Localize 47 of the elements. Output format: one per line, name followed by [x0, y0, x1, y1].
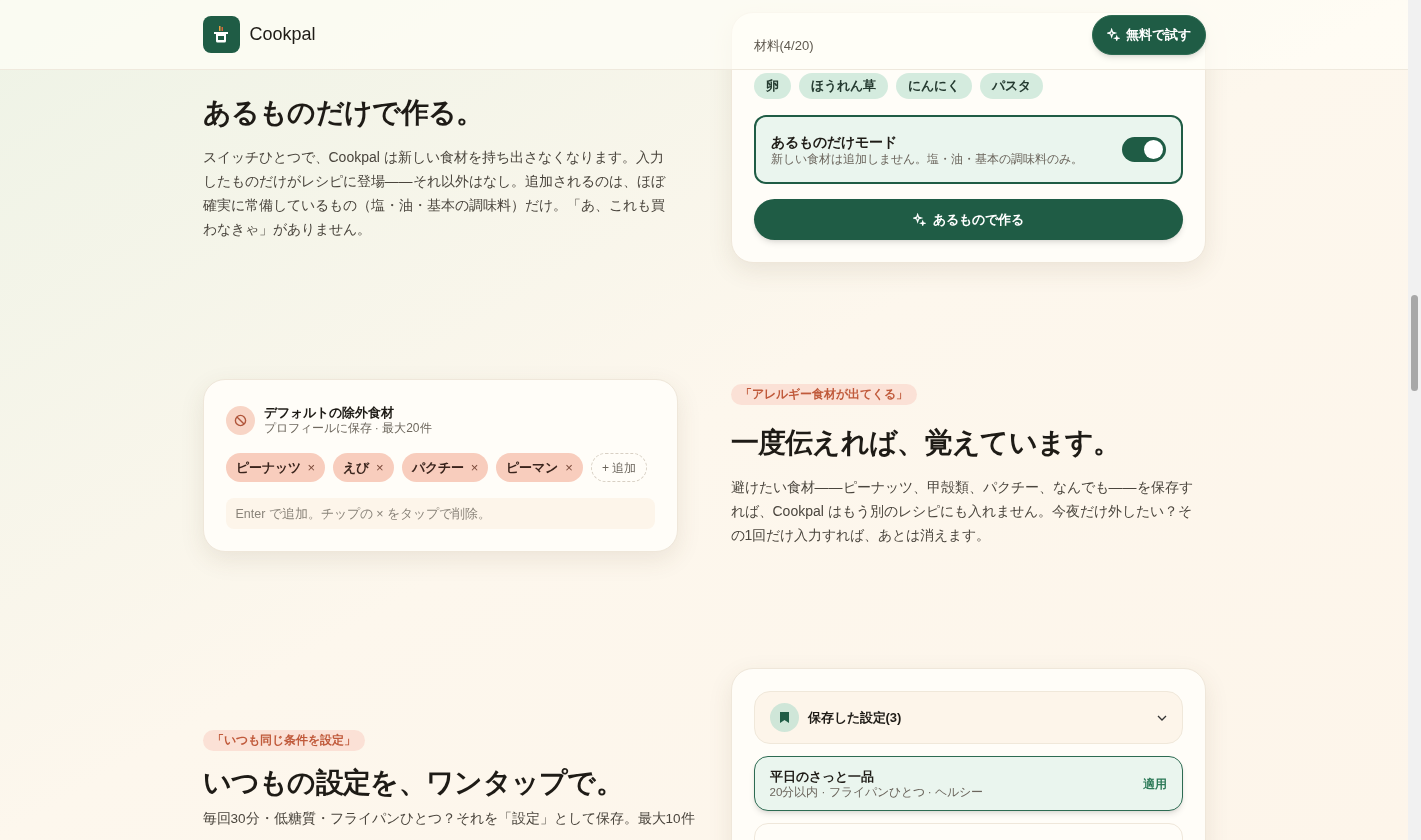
brand-name[interactable]: Cookpal [249, 21, 316, 48]
section-heading: 一度伝えれば、覚えています。 [730, 426, 1122, 460]
remove-icon[interactable]: × [376, 457, 384, 478]
make-recipe-button[interactable]: あるもので作る [753, 199, 1183, 240]
try-free-button[interactable]: 無料で試す [1091, 14, 1206, 55]
preset-details: 20分以内 · フライパンひとつ · ヘルシー [769, 784, 983, 800]
section-description: スイッチひとつで、Cookpal は新しい食材を持ち出さなくなります。入力したものだけがレシピに登場——それ以外はなし。追加されるのは、ほぼ確実に常備しているもの（塩・油・基本の調味料）だけ。「あ、これも買わなきゃ」がありません。 [202, 148, 667, 239]
remove-icon[interactable]: × [470, 457, 479, 478]
toggle-switch[interactable] [1121, 137, 1166, 162]
bookmark-icon [769, 703, 799, 732]
chevron-down-icon[interactable] [1156, 714, 1167, 721]
preset-name: 平日のさっと一品 [769, 767, 875, 785]
preset-item[interactable]: 平日のさっと一品 20分以内 · フライパンひとつ · ヘルシー 適用 [753, 756, 1183, 811]
section-description: 避けたい食材——ピーナッツ、甲殻類、パクチー、なんでも——を保存すれば、Cookpal はもう別のレシピにも入れません。今夜だけ外したい？その1回だけ入力すれば、あとは消えます。 [730, 478, 1194, 545]
ingredient-chip[interactable]: パスタ [979, 73, 1043, 99]
logo-icon[interactable] [202, 16, 240, 53]
ingredient-chip[interactable]: ほうれん草 [798, 73, 888, 99]
section-heading: あるものだけで作る。 [202, 96, 485, 130]
sparkle-icon [912, 213, 926, 226]
ingredients-count: 材料(4/20) [753, 37, 814, 55]
section-heading: いつもの設定を、ワンタップで。 [202, 766, 624, 800]
ingredient-input[interactable]: Enter で追加。チップの × をタップで削除。 [225, 498, 655, 529]
presets-header[interactable]: 保存した設定(3) [753, 691, 1183, 744]
quote-badge: 「アレルギー食材が出てくる」 [730, 384, 917, 405]
exclusion-chip[interactable]: ピーナッツ × [225, 453, 326, 482]
mode-title: あるものだけモード [770, 132, 898, 151]
ingredient-chip[interactable]: 卵 [753, 73, 791, 99]
exclusion-chip[interactable]: えび × [333, 453, 394, 482]
chip-label: パクチー [411, 458, 464, 477]
apply-button[interactable]: 適用 [1142, 774, 1167, 793]
sparkle-icon [1106, 28, 1120, 41]
section-description: 毎回30分・低糖質・フライパンひとつ？それを「設定」として保存。最大10件 [202, 810, 695, 828]
remove-icon[interactable]: × [565, 457, 573, 478]
remove-icon[interactable]: × [307, 457, 316, 478]
chip-label: えび [343, 458, 370, 477]
chip-label: ピーマン [506, 458, 559, 477]
ingredient-chip[interactable]: にんにく [895, 73, 972, 99]
presets-title: 保存した設定(3) [807, 708, 902, 727]
scrollbar[interactable] [1408, 0, 1421, 840]
exclusion-chip[interactable]: パクチー × [401, 453, 489, 482]
prohibited-icon [225, 405, 255, 435]
quote-badge: 「いつも同じ条件を設定」 [202, 730, 365, 751]
exclusion-chip[interactable]: ピーマン × [496, 453, 583, 482]
card-title: デフォルトの除外食材 [263, 404, 395, 421]
chip-label: ピーナッツ [235, 458, 301, 477]
mode-description: 新しい食材は追加しません。塩・油・基本の調味料のみ。 [770, 150, 1083, 167]
card-subtitle: プロフィールに保存 · 最大20件 [263, 421, 432, 436]
